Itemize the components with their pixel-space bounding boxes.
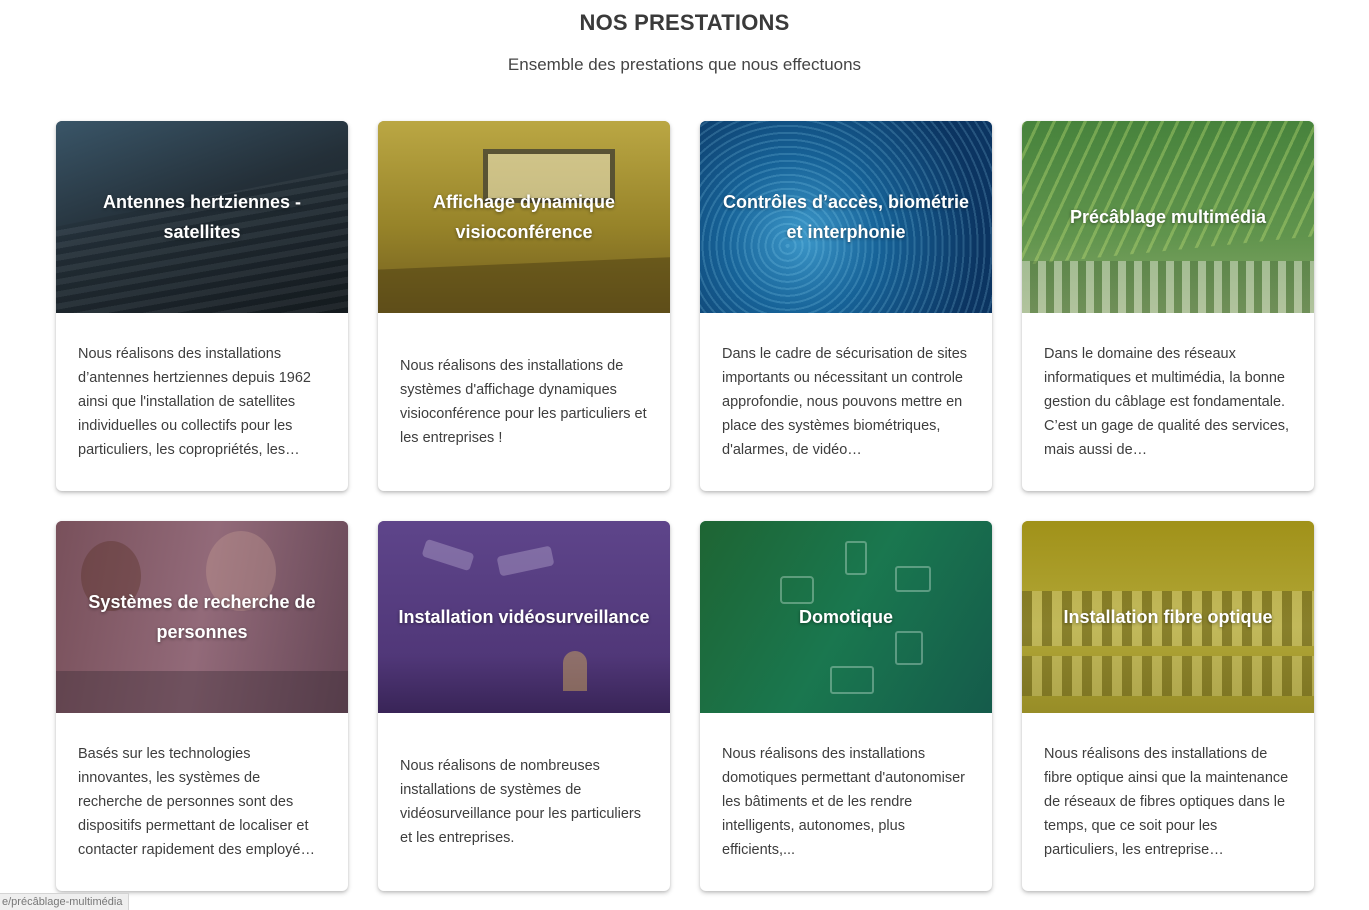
card-image-recherche-personnes: Systèmes de recherche de personnes xyxy=(56,521,348,713)
section-title: NOS PRESTATIONS xyxy=(579,10,790,35)
service-card-antennes[interactable]: Antennes hertziennes - satellites Nous r… xyxy=(56,121,348,491)
card-title: Précâblage multimédia xyxy=(1069,207,1267,227)
card-title: Contrôles d’accès, biométrie et interpho… xyxy=(722,192,970,242)
service-card-recherche-personnes[interactable]: Systèmes de recherche de personnes Basés… xyxy=(56,521,348,891)
service-card-videosurveillance[interactable]: Installation vidéosurveillance Nous réal… xyxy=(378,521,670,891)
card-description: Nous réalisons des installations d’anten… xyxy=(78,346,311,458)
services-grid: Antennes hertziennes - satellites Nous r… xyxy=(56,121,1314,891)
service-card-affichage[interactable]: Affichage dynamique visioconférence Nous… xyxy=(378,121,670,491)
card-title: Installation vidéosurveillance xyxy=(398,607,650,627)
card-description: Nous réalisons des installations domotiq… xyxy=(722,746,965,858)
card-title: Affichage dynamique visioconférence xyxy=(432,192,616,242)
card-image-domotique: Domotique xyxy=(700,521,992,713)
card-description: Nous réalisons de nombreuses installatio… xyxy=(400,758,641,846)
card-description: Nous réalisons des installations de syst… xyxy=(400,358,647,446)
card-image-videosurveillance: Installation vidéosurveillance xyxy=(378,521,670,713)
card-description: Nous réalisons des installations de fibr… xyxy=(1044,746,1289,858)
card-image-controle-acces: Contrôles d’accès, biométrie et interpho… xyxy=(700,121,992,313)
card-image-fibre-optique: Installation fibre optique xyxy=(1022,521,1314,713)
card-body: Nous réalisons de nombreuses installatio… xyxy=(378,713,670,891)
card-body: Nous réalisons des installations de syst… xyxy=(378,313,670,491)
card-body: Dans le cadre de sécurisation de sites i… xyxy=(700,313,992,491)
card-body: Nous réalisons des installations domotiq… xyxy=(700,713,992,891)
card-body: Nous réalisons des installations de fibr… xyxy=(1022,713,1314,891)
card-title: Installation fibre optique xyxy=(1063,607,1273,627)
services-page: NOS PRESTATIONS Ensemble des prestations… xyxy=(0,0,1369,910)
card-body: Dans le domaine des réseaux informatique… xyxy=(1022,313,1314,491)
card-image-antennes: Antennes hertziennes - satellites xyxy=(56,121,348,313)
card-title: Domotique xyxy=(799,607,893,627)
card-description: Dans le domaine des réseaux informatique… xyxy=(1044,346,1290,458)
status-bar-url: e/précâblage-multimédia xyxy=(0,893,130,910)
card-title: Systèmes de recherche de personnes xyxy=(88,592,316,642)
service-card-fibre-optique[interactable]: Installation fibre optique Nous réalison… xyxy=(1022,521,1314,891)
card-image-affichage: Affichage dynamique visioconférence xyxy=(378,121,670,313)
card-body: Basés sur les technologies innovantes, l… xyxy=(56,713,348,891)
card-image-precablage: Précâblage multimédia xyxy=(1022,121,1314,313)
section-subtitle: Ensemble des prestations que nous effect… xyxy=(507,55,862,74)
card-description: Dans le cadre de sécurisation de sites i… xyxy=(722,346,968,458)
service-card-precablage[interactable]: Précâblage multimédia Dans le domaine de… xyxy=(1022,121,1314,491)
service-card-controle-acces[interactable]: Contrôles d’accès, biométrie et interpho… xyxy=(700,121,992,491)
service-card-domotique[interactable]: Domotique Nous réalisons des installatio… xyxy=(700,521,992,891)
card-description: Basés sur les technologies innovantes, l… xyxy=(78,746,315,858)
card-title: Antennes hertziennes - satellites xyxy=(102,192,302,242)
card-body: Nous réalisons des installations d’anten… xyxy=(56,313,348,491)
